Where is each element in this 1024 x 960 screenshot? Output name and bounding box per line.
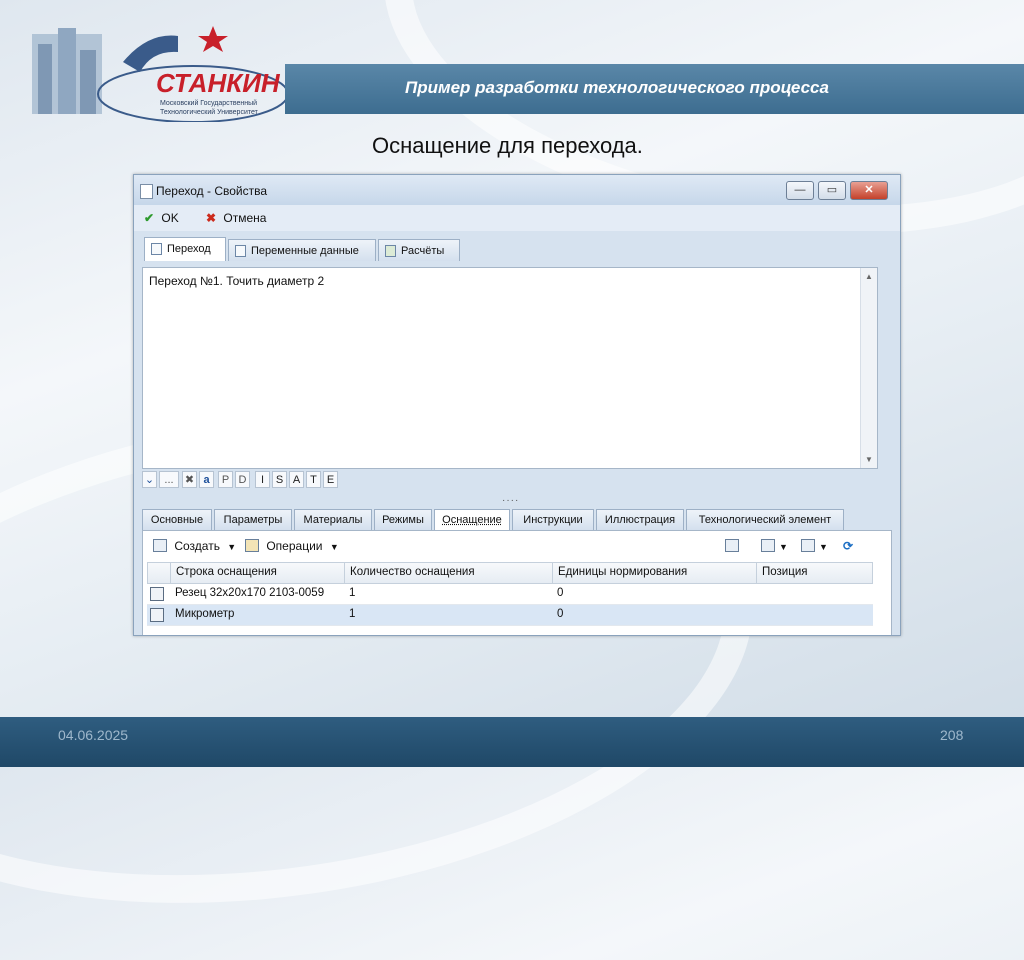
refresh-icon[interactable]: ⟳ [843, 539, 853, 553]
pencil-icon [761, 539, 775, 552]
text-editor[interactable]: Переход №1. Точить диаметр 2 ▲ ▼ [142, 267, 878, 469]
table-cell: Резец 32х20х170 2103-0059 [175, 587, 325, 599]
vertical-scrollbar[interactable]: ▲ ▼ [860, 268, 877, 468]
document-icon [140, 184, 153, 199]
tab-variable-data[interactable]: Переменные данные [228, 239, 376, 261]
cross-icon: ✖ [206, 211, 217, 225]
dialog-toolbar: ✔ OK ✖ Отмена [134, 205, 900, 231]
title-bar[interactable]: Переход - Свойства — ▭ ✕ [134, 175, 900, 205]
tab-equipment[interactable]: Оснащение [434, 509, 510, 530]
table-header: Строка оснащения Количество оснащения Ед… [147, 562, 873, 584]
ok-label: OK [161, 211, 179, 225]
editor-content: Переход №1. Точить диаметр 2 [149, 274, 325, 288]
panel-toolbar: Создать ▼ Операции ▼ ▼ ▼ ⟳ [143, 531, 891, 559]
tool-icon [150, 587, 164, 601]
gear-icon [245, 539, 259, 552]
tab-modes[interactable]: Режимы [374, 509, 432, 530]
window-title: Переход - Свойства [156, 184, 268, 198]
table-row[interactable]: Микрометр 1 0 [147, 605, 873, 626]
document-icon [235, 245, 246, 257]
slide-subtitle: Оснащение для перехода. [372, 133, 643, 158]
tab-main[interactable]: Основные [142, 509, 212, 530]
logo-line-2: Технологический Университет [160, 109, 258, 116]
format-button-a[interactable]: A [289, 471, 304, 488]
column-header[interactable]: Строка оснащения [176, 566, 277, 578]
format-button-i[interactable]: I [255, 471, 270, 488]
ok-button[interactable]: ✔ OK [144, 211, 179, 225]
equipment-table: Строка оснащения Количество оснащения Ед… [147, 562, 873, 626]
table-cell: 0 [557, 608, 564, 620]
table-cell: 0 [557, 587, 564, 599]
tab-tech-element[interactable]: Технологический элемент [686, 509, 844, 530]
tab-materials[interactable]: Материалы [294, 509, 372, 530]
tab-label: Переменные данные [251, 245, 359, 257]
minimize-button[interactable]: — [786, 181, 814, 200]
properties-dialog: Переход - Свойства — ▭ ✕ ✔ OK ✖ Отмена П… [133, 174, 901, 636]
column-divider [344, 563, 345, 583]
column-divider [552, 563, 553, 583]
tab-perekhod[interactable]: Переход [144, 237, 226, 261]
create-button[interactable]: Создать ▼ [153, 539, 236, 553]
footer-date: 04.06.2025 [58, 727, 129, 743]
find-user-icon[interactable] [725, 539, 743, 553]
more-button[interactable]: ... [159, 471, 179, 488]
scroll-down-icon[interactable]: ▼ [865, 455, 873, 464]
dropdown-arrow-icon: ▼ [819, 542, 828, 552]
tab-calculations[interactable]: Расчёты [378, 239, 460, 261]
format-button-d[interactable]: D [235, 471, 250, 488]
clear-format-icon[interactable]: ✖ [182, 471, 197, 488]
user-icon [725, 539, 739, 552]
tool-icon [150, 608, 164, 622]
column-header[interactable]: Единицы нормирования [558, 566, 687, 578]
tab-label: Переход [167, 243, 211, 255]
table-row[interactable]: Резец 32х20х170 2103-0059 1 0 [147, 584, 873, 605]
format-button-p[interactable]: P [218, 471, 233, 488]
cancel-button[interactable]: ✖ Отмена [206, 211, 266, 225]
close-button[interactable]: ✕ [850, 181, 888, 200]
edit-icon[interactable]: ▼ [761, 539, 788, 553]
dropdown-arrow-icon: ▼ [779, 542, 788, 552]
column-divider [170, 563, 171, 583]
operations-label: Операции [266, 539, 323, 553]
column-header[interactable]: Позиция [762, 566, 807, 578]
document-icon [151, 243, 162, 255]
window-icon [801, 539, 815, 552]
tab-instructions[interactable]: Инструкции [512, 509, 594, 530]
tab-parameters[interactable]: Параметры [214, 509, 292, 530]
table-cell: 1 [349, 608, 356, 620]
university-logo: СТАНКИН Московский Государственный Техно… [28, 22, 289, 123]
tab-illustration[interactable]: Иллюстрация [596, 509, 684, 530]
column-divider [756, 563, 757, 583]
create-label: Создать [174, 539, 220, 553]
page-number: 208 [940, 727, 964, 743]
logo-text: СТАНКИН [156, 68, 280, 98]
slide-title: Пример разработки технологического проце… [405, 78, 829, 97]
dropdown-arrow-icon: ▼ [329, 542, 339, 552]
calculator-icon [385, 245, 396, 257]
add-icon [153, 539, 167, 552]
checkmark-icon: ✔ [144, 211, 155, 225]
format-button-s[interactable]: S [272, 471, 287, 488]
expand-icon[interactable]: ⌄ [142, 471, 157, 488]
logo-line-1: Московский Государственный [160, 100, 258, 107]
format-button-t[interactable]: T [306, 471, 321, 488]
operations-button[interactable]: Операции ▼ [245, 539, 339, 553]
splitter-grip[interactable]: ···· [502, 495, 519, 506]
footer-band [0, 717, 1024, 767]
column-header[interactable]: Количество оснащения [350, 566, 475, 578]
table-cell: 1 [349, 587, 356, 599]
maximize-button[interactable]: ▭ [818, 181, 846, 200]
tab-label: Расчёты [401, 245, 445, 257]
font-style-icon[interactable]: a [199, 471, 214, 488]
cancel-label: Отмена [223, 211, 267, 225]
format-button-e[interactable]: E [323, 471, 338, 488]
scroll-up-icon[interactable]: ▲ [865, 272, 873, 281]
view-icon[interactable]: ▼ [801, 539, 828, 553]
dropdown-arrow-icon: ▼ [227, 542, 237, 552]
equipment-panel: Создать ▼ Операции ▼ ▼ ▼ ⟳ Строка оснаще… [142, 530, 892, 635]
table-cell: Микрометр [175, 608, 235, 620]
